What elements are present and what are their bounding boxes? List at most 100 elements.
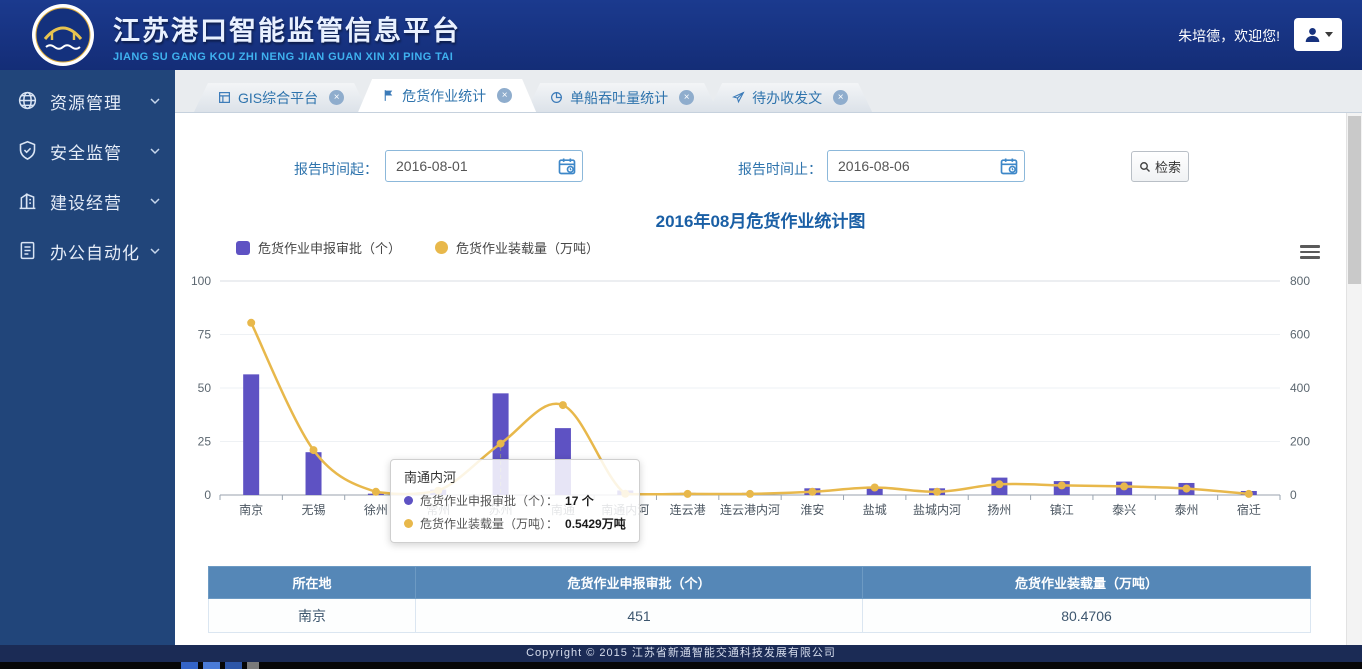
right-axis-tick-label: 0 xyxy=(1290,488,1297,502)
search-button[interactable]: 检索 xyxy=(1131,151,1189,182)
legend-item-bar-series[interactable]: 危货作业申报审批（个） xyxy=(236,238,401,257)
vertical-scrollbar[interactable] xyxy=(1346,113,1362,645)
x-axis-category-label: 泰兴 xyxy=(1112,503,1136,517)
table-header-cell: 危货作业申报审批（个） xyxy=(416,567,863,599)
app-window: 江苏港口智能监管信息平台 JIANG SU GANG KOU ZHI NENG … xyxy=(0,0,1362,669)
date-end-label: 报告时间止： xyxy=(722,159,822,179)
date-end-input[interactable] xyxy=(827,150,1025,182)
tabbar: GIS综合平台×危货作业统计×单船吞吐量统计×待办收发文× xyxy=(175,70,1362,113)
line-point-连云港[interactable] xyxy=(684,490,692,498)
left-axis-tick-label: 50 xyxy=(198,381,212,395)
bar-南京[interactable] xyxy=(243,374,259,495)
line-point-泰州[interactable] xyxy=(1183,485,1191,493)
x-axis-category-label: 徐州 xyxy=(364,502,388,517)
x-axis-category-label: 盐城 xyxy=(863,503,887,517)
title-block: 江苏港口智能监管信息平台 JIANG SU GANG KOU ZHI NENG … xyxy=(113,9,461,63)
x-axis-category-label: 盐城内河 xyxy=(913,503,961,517)
app-subtitle: JIANG SU GANG KOU ZHI NENG JIAN GUAN XIN… xyxy=(113,51,461,63)
line-point-南京[interactable] xyxy=(247,319,255,327)
app-header: 江苏港口智能监管信息平台 JIANG SU GANG KOU ZHI NENG … xyxy=(0,0,1362,70)
x-axis-category-label: 扬州 xyxy=(987,502,1011,517)
x-axis-category-label: 苏州 xyxy=(489,503,513,517)
sidebar-item-construction-operation[interactable]: 建设经营 xyxy=(0,176,175,226)
document-icon xyxy=(17,240,39,262)
left-axis-tick-label: 25 xyxy=(198,435,212,449)
tab-ship-throughput-stats[interactable]: 单船吞吐量统计 × xyxy=(526,83,718,112)
legend-label: 危货作业申报审批（个） xyxy=(258,238,401,257)
calendar-icon[interactable] xyxy=(999,156,1019,176)
x-axis-category-label: 常州 xyxy=(426,503,450,517)
chevron-down-icon xyxy=(149,195,161,207)
app-title: 江苏港口智能监管信息平台 xyxy=(113,9,461,48)
line-point-南通[interactable] xyxy=(559,401,567,409)
bar-line-chart: 00252005040075600100800南京无锡徐州常州苏州南通南通内河连… xyxy=(185,262,1325,532)
x-axis-category-label: 连云港 xyxy=(670,502,706,517)
line-point-苏州[interactable] xyxy=(497,440,505,448)
legend-label: 危货作业装载量（万吨） xyxy=(456,238,599,257)
x-axis-category-label: 南通内河 xyxy=(601,502,649,517)
tab-close-icon[interactable]: × xyxy=(497,88,512,103)
line-point-南通内河[interactable] xyxy=(621,490,629,498)
sidebar-item-label: 建设经营 xyxy=(50,189,149,214)
chart-legend: 危货作业申报审批（个） 危货作业装载量（万吨） xyxy=(236,238,599,257)
line-point-盐城内河[interactable] xyxy=(933,488,941,496)
table-header-cell: 所在地 xyxy=(209,567,416,599)
line-point-宿迁[interactable] xyxy=(1245,490,1253,498)
chevron-down-icon xyxy=(149,95,161,107)
search-button-label: 检索 xyxy=(1155,157,1181,176)
tab-close-icon[interactable]: × xyxy=(679,90,694,105)
line-point-无锡[interactable] xyxy=(310,446,318,454)
tab-close-icon[interactable]: × xyxy=(833,90,848,105)
line-point-常州[interactable] xyxy=(434,487,442,495)
date-start-input[interactable] xyxy=(385,150,583,182)
tab-pending-documents[interactable]: 待办收发文× xyxy=(708,83,872,112)
toolbox-menu-icon[interactable] xyxy=(1300,245,1320,262)
line-series-swatch xyxy=(435,241,448,254)
sidebar-item-office-automation[interactable]: 办公自动化 xyxy=(0,226,175,276)
table-cell: 80.4706 xyxy=(863,599,1311,633)
line-point-淮安[interactable] xyxy=(808,488,816,496)
tab-close-icon[interactable]: × xyxy=(329,90,344,105)
legend-item-line-series[interactable]: 危货作业装载量（万吨） xyxy=(435,238,599,257)
tab-label: 单船吞吐量统计 xyxy=(570,88,668,108)
line-point-泰兴[interactable] xyxy=(1120,482,1128,490)
caret-down-icon xyxy=(1325,32,1333,37)
sidebar-item-label: 办公自动化 xyxy=(50,239,149,264)
sidebar-item-resource-management[interactable]: 资源管理 xyxy=(0,76,175,126)
globe-icon xyxy=(17,90,39,112)
calendar-icon[interactable] xyxy=(557,156,577,176)
right-axis-tick-label: 800 xyxy=(1290,274,1310,288)
sidebar-item-label: 安全监管 xyxy=(50,139,149,164)
taskbar-strip xyxy=(0,662,1362,669)
left-axis-tick-label: 75 xyxy=(198,328,212,342)
x-axis-category-label: 宿迁 xyxy=(1237,502,1261,517)
tab-gis-platform[interactable]: GIS综合平台× xyxy=(194,83,368,112)
x-axis-category-label: 连云港内河 xyxy=(720,502,780,517)
x-axis-category-label: 泰州 xyxy=(1174,503,1198,517)
person-icon xyxy=(1304,27,1321,42)
building-icon xyxy=(17,190,39,212)
bar-南通[interactable] xyxy=(555,428,571,495)
flag-icon xyxy=(382,89,395,102)
line-point-连云港内河[interactable] xyxy=(746,490,754,498)
line-point-镇江[interactable] xyxy=(1058,481,1066,489)
line-point-扬州[interactable] xyxy=(995,480,1003,488)
sidebar-nav: 资源管理安全监管建设经营办公自动化 xyxy=(0,70,175,645)
x-axis-category-label: 镇江 xyxy=(1050,503,1074,517)
right-axis-tick-label: 200 xyxy=(1290,435,1310,449)
line-point-徐州[interactable] xyxy=(372,488,380,496)
shield-icon xyxy=(17,140,39,162)
tab-dangerous-cargo-stats[interactable]: 危货作业统计× xyxy=(358,79,536,112)
stats-table: 所在地危货作业申报审批（个）危货作业装载量（万吨）南京45180.4706 xyxy=(208,566,1311,633)
user-menu-button[interactable] xyxy=(1294,18,1342,51)
table-header-row: 所在地危货作业申报审批（个）危货作业装载量（万吨） xyxy=(209,567,1311,599)
line-point-盐城[interactable] xyxy=(871,484,879,492)
send-icon xyxy=(732,91,745,104)
footer-copyright: Copyright © 2015 江苏省新通智能交通科技发展有限公司 xyxy=(0,645,1362,662)
left-axis-tick-label: 100 xyxy=(191,274,211,288)
sidebar-item-safety-supervision[interactable]: 安全监管 xyxy=(0,126,175,176)
scrollbar-thumb[interactable] xyxy=(1348,116,1361,284)
right-axis-tick-label: 400 xyxy=(1290,381,1310,395)
date-start-label: 报告时间起： xyxy=(278,159,378,179)
x-axis-category-label: 无锡 xyxy=(302,502,326,517)
